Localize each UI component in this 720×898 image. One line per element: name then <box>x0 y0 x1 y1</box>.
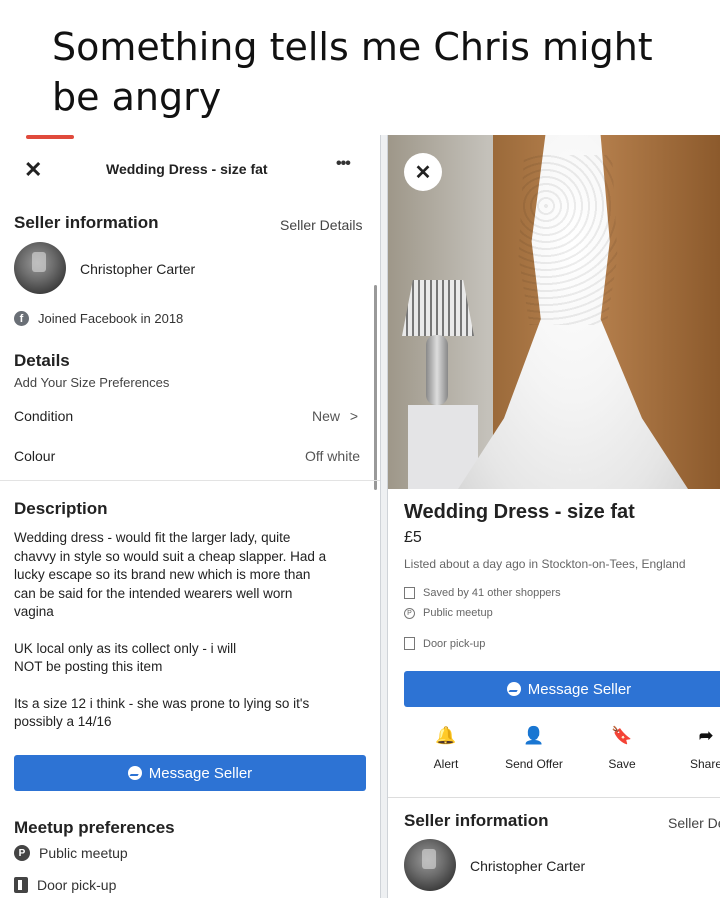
colour-value: Off white <box>305 448 360 464</box>
door-icon <box>404 637 415 650</box>
door-pickup-text: Door pick-up <box>37 877 117 893</box>
door-pickup-text: Door pick-up <box>423 637 486 650</box>
photo-lamp-base <box>426 335 448 405</box>
listing-title: Wedding Dress - size fat <box>404 501 635 523</box>
listing-overview-screen: ✕ • • Wedding Dress - size fat £5 Listed… <box>388 135 720 898</box>
photo-lamp-shade <box>402 280 474 336</box>
description-title: Description <box>14 499 108 518</box>
save-label: Save <box>608 757 636 771</box>
description-line: possibly a 14/16 <box>14 714 112 729</box>
description-text: Wedding dress - would fit the larger lad… <box>14 529 374 732</box>
divider <box>0 480 380 481</box>
share-label: Share <box>689 757 720 771</box>
messenger-icon <box>127 766 142 780</box>
bookmark-icon: 🔖 <box>611 726 633 745</box>
description-line: can be said for the intended wearers wel… <box>14 585 293 601</box>
alert-button[interactable]: 🔔 Alert <box>406 725 486 771</box>
save-button[interactable]: 🔖 Save <box>582 725 662 771</box>
meetup-title: Meetup preferences <box>14 818 175 837</box>
more-options-icon[interactable]: ••• <box>336 155 351 173</box>
seller-details-link[interactable]: Seller Details <box>668 815 720 831</box>
joined-text: Joined Facebook in 2018 <box>38 311 184 326</box>
status-indicator <box>26 135 74 139</box>
seller-name[interactable]: Christopher Carter <box>470 858 585 874</box>
condition-value-text: New <box>312 408 341 424</box>
share-icon: ➦ <box>698 726 714 745</box>
seller-avatar[interactable] <box>14 242 66 294</box>
details-title: Details <box>14 351 70 370</box>
bookmark-outline-icon <box>404 587 415 599</box>
alert-label: Alert <box>433 757 459 771</box>
public-meetup-row: P Public meetup <box>14 845 128 861</box>
door-pickup-row: Door pick-up <box>14 877 116 893</box>
saved-text: Saved by 41 other shoppers <box>423 587 561 599</box>
listing-price: £5 <box>404 529 422 546</box>
public-meetup-icon: P <box>404 607 415 619</box>
joined-row: f Joined Facebook in 2018 <box>14 311 183 326</box>
close-icon[interactable]: ✕ <box>24 157 42 183</box>
size-preferences-link[interactable]: Add Your Size Preferences <box>14 375 169 390</box>
saved-row: Saved by 41 other shoppers <box>404 587 561 599</box>
message-seller-label: Message Seller <box>527 680 632 698</box>
seller-name[interactable]: Christopher Carter <box>80 261 195 277</box>
listing-location: Listed about a day ago in Stockton-on-Te… <box>404 557 686 571</box>
description-line: chavvy in style so would suit a cheap sl… <box>14 548 327 564</box>
public-meetup-icon: P <box>14 845 30 861</box>
description-line: Its a size 12 i think - she was prone to… <box>14 695 310 711</box>
description-line: UK local only as its collect only - i wi… <box>14 640 237 656</box>
caption-line-1: Something tells me Chris might <box>52 25 653 69</box>
description-line: vagina <box>14 604 54 619</box>
message-seller-label: Message Seller <box>148 764 253 782</box>
door-icon <box>14 877 28 893</box>
description-line: NOT be posting this item <box>14 659 163 674</box>
seller-info-title: Seller information <box>404 811 549 830</box>
offer-icon: 👤 <box>523 726 545 745</box>
divider <box>388 797 720 798</box>
door-pickup-row: Door pick-up <box>404 637 485 650</box>
public-meetup-text: Public meetup <box>39 845 128 861</box>
share-button[interactable]: ➦ Share <box>666 725 720 771</box>
send-offer-label: Send Offer <box>505 757 563 771</box>
bell-icon: 🔔 <box>435 726 457 745</box>
seller-details-link[interactable]: Seller Details <box>280 217 362 233</box>
header-title: Wedding Dress - size fat <box>106 161 268 177</box>
message-seller-button[interactable]: Message Seller <box>404 671 720 707</box>
colour-label: Colour <box>14 448 56 464</box>
close-icon[interactable]: ✕ <box>404 153 442 191</box>
chevron-right-icon: > <box>349 408 359 424</box>
message-seller-button[interactable]: Message Seller <box>14 755 366 791</box>
description-line: Wedding dress - would fit the larger lad… <box>14 530 291 545</box>
seller-info-title: Seller information <box>14 213 159 232</box>
facebook-icon: f <box>14 311 29 326</box>
scrollbar[interactable] <box>374 285 377 490</box>
listing-photo[interactable]: ✕ • • <box>388 135 720 489</box>
meme-caption: Something tells me Chris might be angry <box>0 0 720 135</box>
top-header: ✕ Wedding Dress - size fat ••• <box>0 149 380 189</box>
photo-pagination-dots: • • <box>568 465 584 476</box>
messenger-icon <box>506 682 521 696</box>
send-offer-button[interactable]: 👤 Send Offer <box>494 725 574 771</box>
public-meetup-text: Public meetup <box>423 607 493 619</box>
seller-avatar[interactable] <box>404 839 456 891</box>
description-line: lucky escape so its brand new which is m… <box>14 567 311 582</box>
action-bar: 🔔 Alert 👤 Send Offer 🔖 Save ➦ Share <box>388 725 720 785</box>
photo-dress-lace <box>518 155 618 325</box>
listing-details-screen: ✕ Wedding Dress - size fat ••• Seller in… <box>0 135 380 898</box>
condition-label: Condition <box>14 408 74 424</box>
public-meetup-row: P Public meetup <box>404 607 493 619</box>
screenshot-divider <box>380 135 388 898</box>
condition-value[interactable]: New > <box>312 408 358 424</box>
caption-line-2: be angry <box>52 75 222 119</box>
